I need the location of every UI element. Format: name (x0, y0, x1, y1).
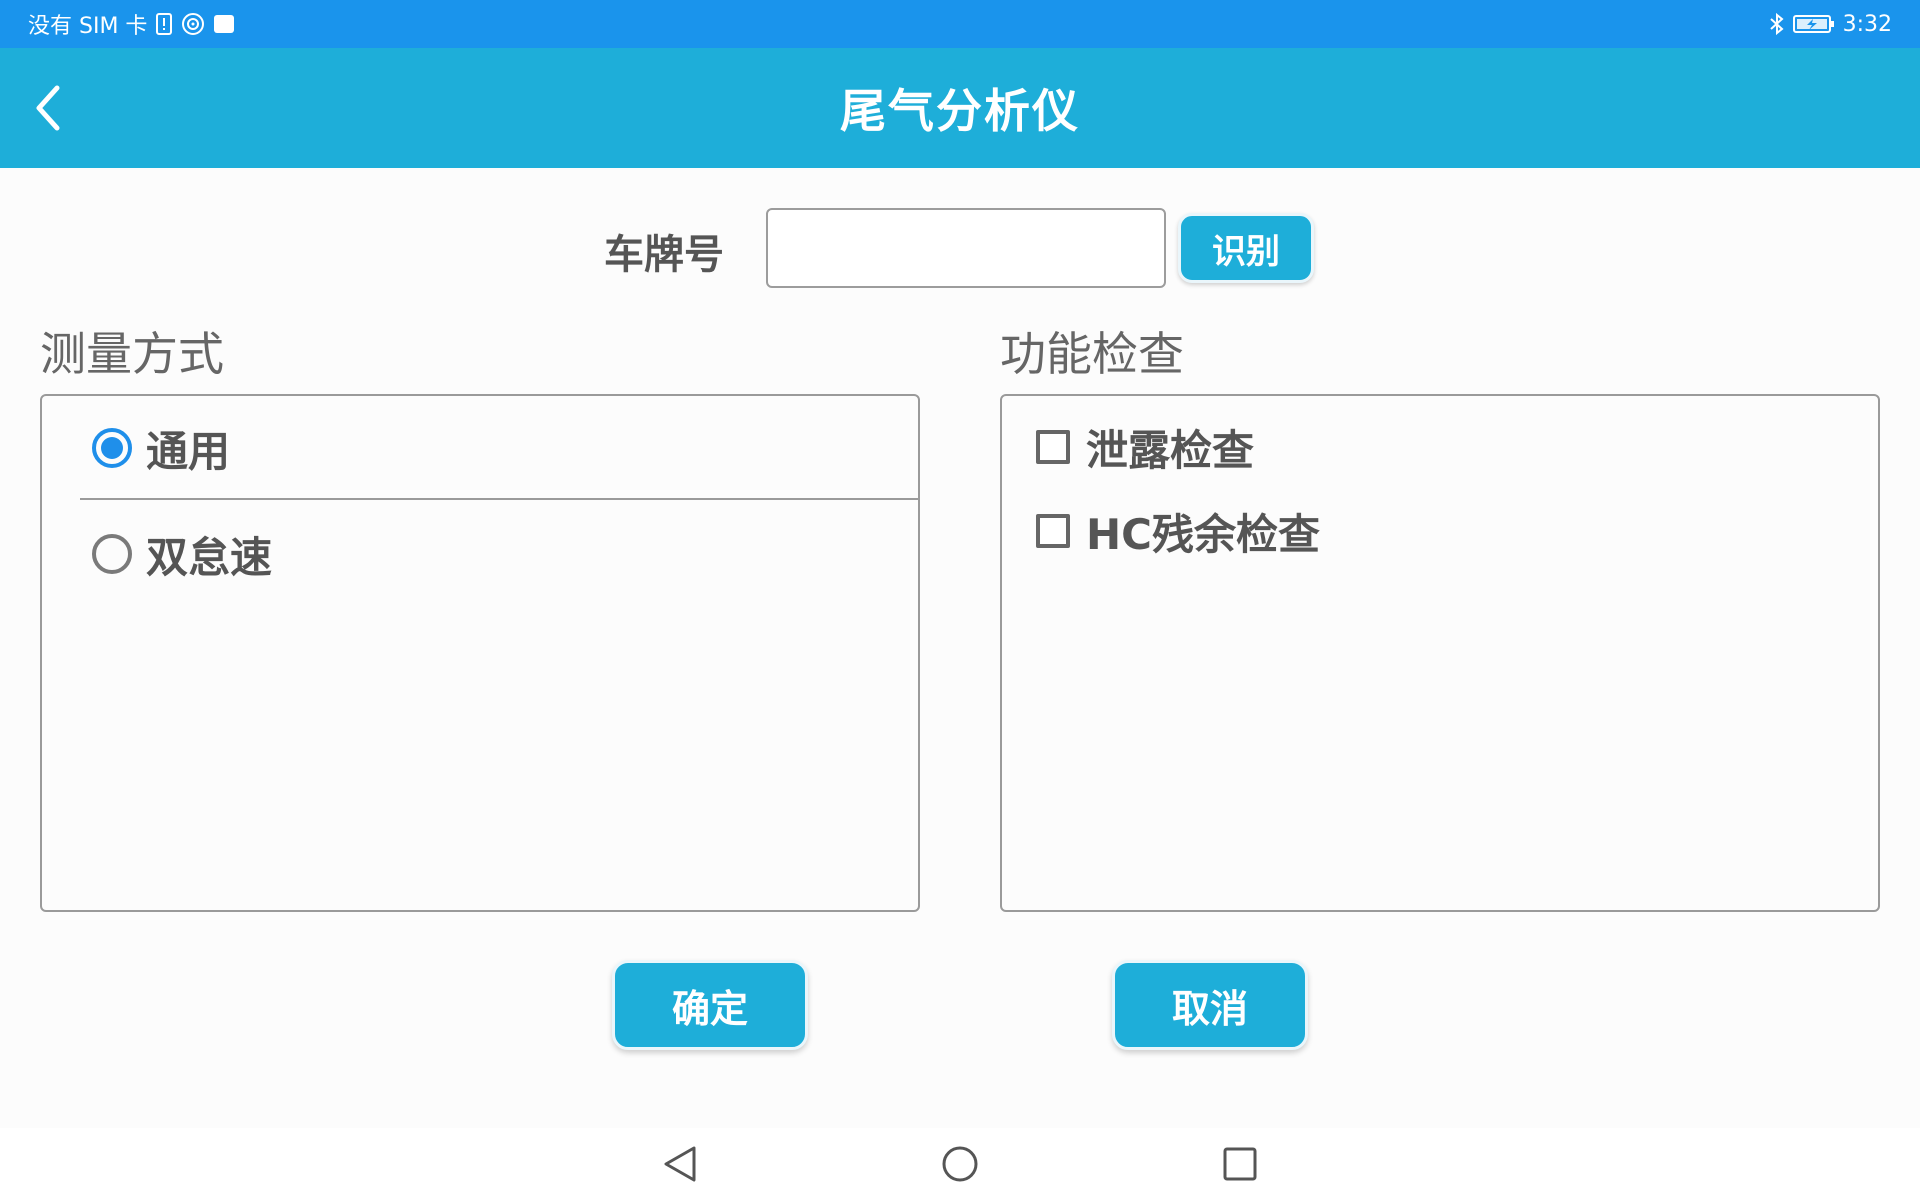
navigation-bar (0, 1128, 1920, 1200)
divider (80, 498, 918, 500)
chevron-left-icon (36, 85, 60, 131)
measure-section-title: 测量方式 (40, 327, 224, 381)
radio-option-general[interactable]: 通用 (92, 408, 230, 488)
app-bar: 尾气分析仪 (0, 48, 1920, 168)
battery-icon (1792, 14, 1835, 34)
recognize-button[interactable]: 识别 (1178, 213, 1314, 283)
status-bar: 没有 SIM 卡 3:32 (0, 0, 1920, 48)
cancel-button[interactable]: 取消 (1112, 960, 1308, 1050)
nav-home-button[interactable] (932, 1140, 988, 1188)
bluetooth-icon (1769, 12, 1785, 36)
checkbox-leak-check[interactable]: 泄露检查 (1036, 412, 1254, 482)
checkbox-unchecked-icon (1036, 430, 1070, 464)
radio-unchecked-icon (92, 534, 132, 574)
circle-home-icon (942, 1146, 978, 1182)
status-right: 3:32 (1769, 12, 1892, 37)
square-recents-icon (1223, 1147, 1257, 1181)
checkbox-label: 泄露检查 (1086, 425, 1255, 475)
sim-status-text: 没有 SIM 卡 (28, 14, 148, 39)
triangle-back-icon (664, 1146, 696, 1182)
status-left: 没有 SIM 卡 (28, 8, 235, 40)
radio-label: 双怠速 (146, 532, 273, 582)
status-time: 3:32 (1842, 11, 1892, 37)
message-icon (213, 14, 235, 34)
back-button[interactable] (18, 78, 78, 138)
radio-dot (101, 437, 123, 459)
hotspot-icon (181, 12, 205, 36)
function-check-section-title: 功能检查 (1000, 327, 1184, 381)
page-title: 尾气分析仪 (840, 84, 1080, 138)
radio-label: 通用 (146, 426, 231, 476)
measure-mode-panel: 通用 双怠速 (40, 394, 920, 912)
confirm-button[interactable]: 确定 (612, 960, 808, 1050)
radio-option-dual-idle[interactable]: 双怠速 (92, 514, 272, 594)
radio-checked-icon (92, 428, 132, 468)
plate-label: 车牌号 (604, 232, 724, 278)
sim-alert-icon (155, 13, 173, 35)
plate-input[interactable] (766, 208, 1166, 288)
checkbox-hc-residual-check[interactable]: HC残余检查 (1036, 496, 1320, 566)
nav-back-button[interactable] (652, 1140, 708, 1188)
plate-row: 车牌号 识别 (0, 208, 1920, 290)
function-check-panel: 泄露检查 HC残余检查 (1000, 394, 1880, 912)
checkbox-unchecked-icon (1036, 514, 1070, 548)
nav-recents-button[interactable] (1212, 1140, 1268, 1188)
checkbox-label: HC残余检查 (1086, 509, 1320, 559)
